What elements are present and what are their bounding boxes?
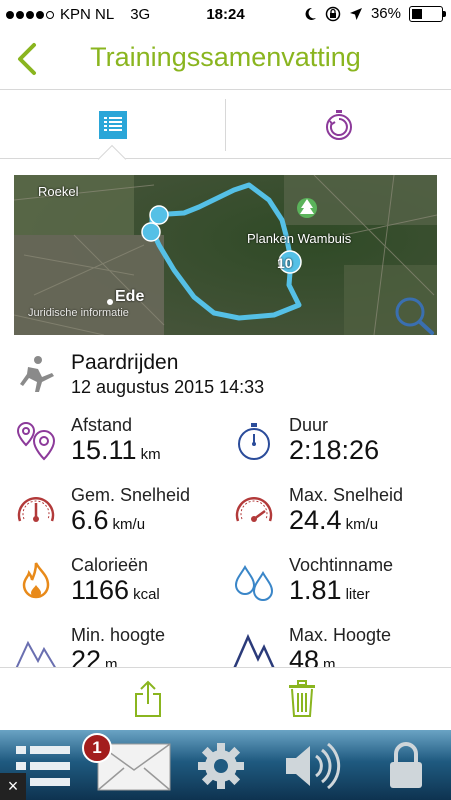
stat-value: 1.81 liter [289,575,370,605]
water-drops-icon [234,564,274,601]
stat-label: Max. Hoogte [289,625,392,645]
mountain-icon [233,633,275,667]
map-pins-icon [16,421,56,461]
route-start-marker [149,205,169,225]
activity-date: 12 augustus 2015 14:33 [71,377,265,397]
stat-label: Min. hoogte [71,625,166,645]
map-marker-label: 10 [277,255,293,271]
stopwatch-icon [238,423,270,460]
stat-value: 6.6 km/u [71,505,146,535]
speaker-icon[interactable] [282,738,342,794]
battery-icon [409,5,446,22]
stat-label: Vochtinname [289,555,394,575]
system-dock [0,730,451,800]
battery-percent: 36% [370,5,401,22]
gear-icon[interactable] [196,738,246,794]
share-icon[interactable] [133,680,163,718]
mountain-icon [15,640,56,667]
stopwatch-icon [325,110,352,140]
stat-max-altitude: Max. Hoogte 48 m [232,625,442,667]
speedometer-icon [235,497,273,522]
stat-min-altitude: Min. hoogte 22 m [14,625,224,667]
view-tabs [0,91,451,159]
trash-icon[interactable] [288,680,316,718]
stat-value: 15.11 km [71,435,161,465]
status-right: 36% [303,5,446,22]
stat-label: Gem. Snelheid [71,485,191,505]
city-dot [107,299,113,305]
list-icon [98,111,127,139]
stats-grid: Afstand 15.11 km Duur 2:18:26 Gem. Snelhe… [0,405,451,667]
stat-label: Calorieën [71,555,149,575]
map-label-planken: Planken Wambuis [247,231,352,246]
map-legal-link[interactable]: Juridische informatie [28,307,129,319]
action-bar [0,667,451,730]
route-map[interactable]: 10 Roekel Planken Wambuis Ede Juridische… [14,175,437,335]
speedometer-icon [17,497,55,522]
tab-laps[interactable] [226,91,451,159]
page-title: Trainingssamenvatting [90,42,361,72]
stat-distance: Afstand 15.11 km [14,415,224,485]
map-label-roekel: Roekel [38,184,79,199]
flame-icon [22,562,50,599]
navigation-bar: Trainingssamenvatting [0,30,451,90]
stat-value: 2:18:26 [289,435,380,465]
stat-label: Duur [289,415,329,435]
horse-riding-icon [20,356,54,392]
stat-value: 48 m [289,645,336,667]
stat-value: 1166 kcal [71,575,160,605]
stat-max-speed: Max. Snelheid 24.4 km/u [232,485,442,555]
map-label-ede: Ede [115,288,145,305]
stat-value: 24.4 km/u [289,505,379,535]
stat-duration: Duur 2:18:26 [232,415,442,485]
stat-value: 22 m [71,645,118,667]
rotation-lock-icon [325,6,341,21]
route-end-marker [141,222,161,242]
location-arrow-icon [349,7,362,20]
stat-calories: Calorieën 1166 kcal [14,555,224,625]
status-bar: KPN NL 3G 18:24 36% [0,0,451,30]
close-icon[interactable]: × [0,773,26,800]
activity-header: Paardrijden 12 augustus 2015 14:33 [0,345,451,405]
stat-avg-speed: Gem. Snelheid 6.6 km/u [14,485,224,555]
stat-hydration: Vochtinname 1.81 liter [232,555,442,625]
activity-name: Paardrijden [71,351,179,374]
lock-icon[interactable] [386,738,426,794]
stat-label: Afstand [71,415,133,435]
moon-icon [305,7,316,20]
stat-label: Max. Snelheid [289,485,404,505]
mail-badge: 1 [82,733,112,763]
